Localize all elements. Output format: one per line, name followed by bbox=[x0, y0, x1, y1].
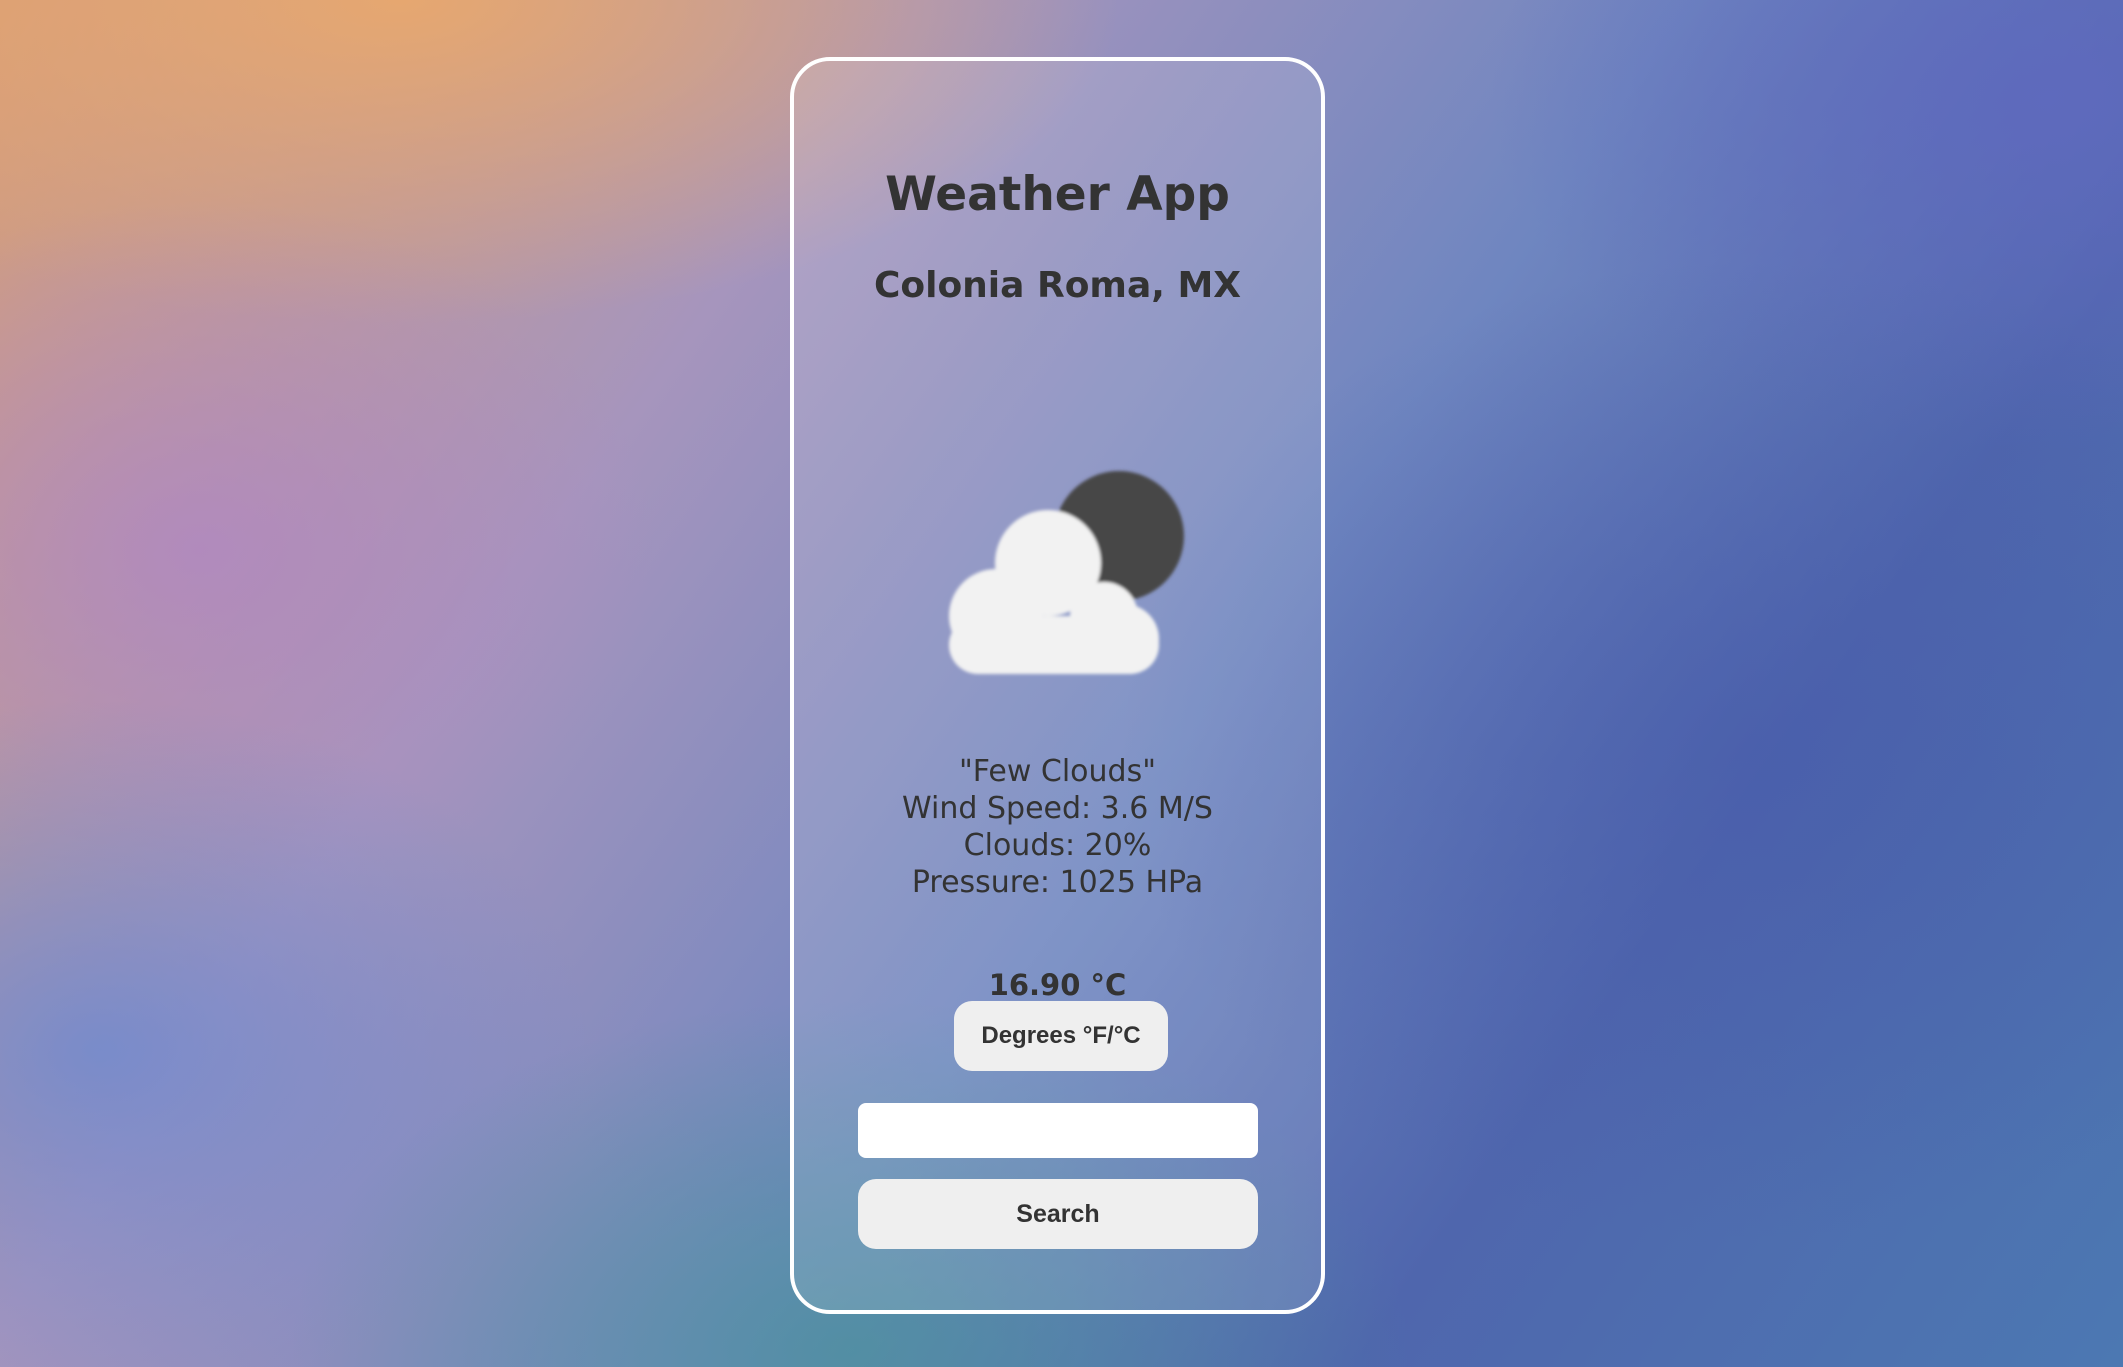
night-partly-cloudy-icon bbox=[929, 461, 1199, 701]
temperature: 16.90 °C bbox=[988, 968, 1127, 1002]
search-button[interactable]: Search bbox=[858, 1179, 1258, 1249]
pressure: Pressure: 1025 HPa bbox=[911, 865, 1204, 900]
app-title: Weather App bbox=[885, 167, 1230, 222]
city-search-input[interactable] bbox=[858, 1103, 1258, 1158]
wind-speed: Wind Speed: 3.6 M/S bbox=[902, 791, 1213, 826]
weather-description: "Few Clouds" bbox=[958, 754, 1157, 789]
location-name: Colonia Roma, MX bbox=[873, 265, 1242, 306]
unit-toggle-button[interactable]: Degrees °F/°C bbox=[954, 1001, 1168, 1071]
clouds-percentage: Clouds: 20% bbox=[963, 828, 1152, 863]
weather-card: Weather App Colonia Roma, MX "Few Clouds… bbox=[790, 57, 1325, 1314]
weather-details: "Few Clouds" Wind Speed: 3.6 M/S Clouds:… bbox=[794, 753, 1321, 901]
